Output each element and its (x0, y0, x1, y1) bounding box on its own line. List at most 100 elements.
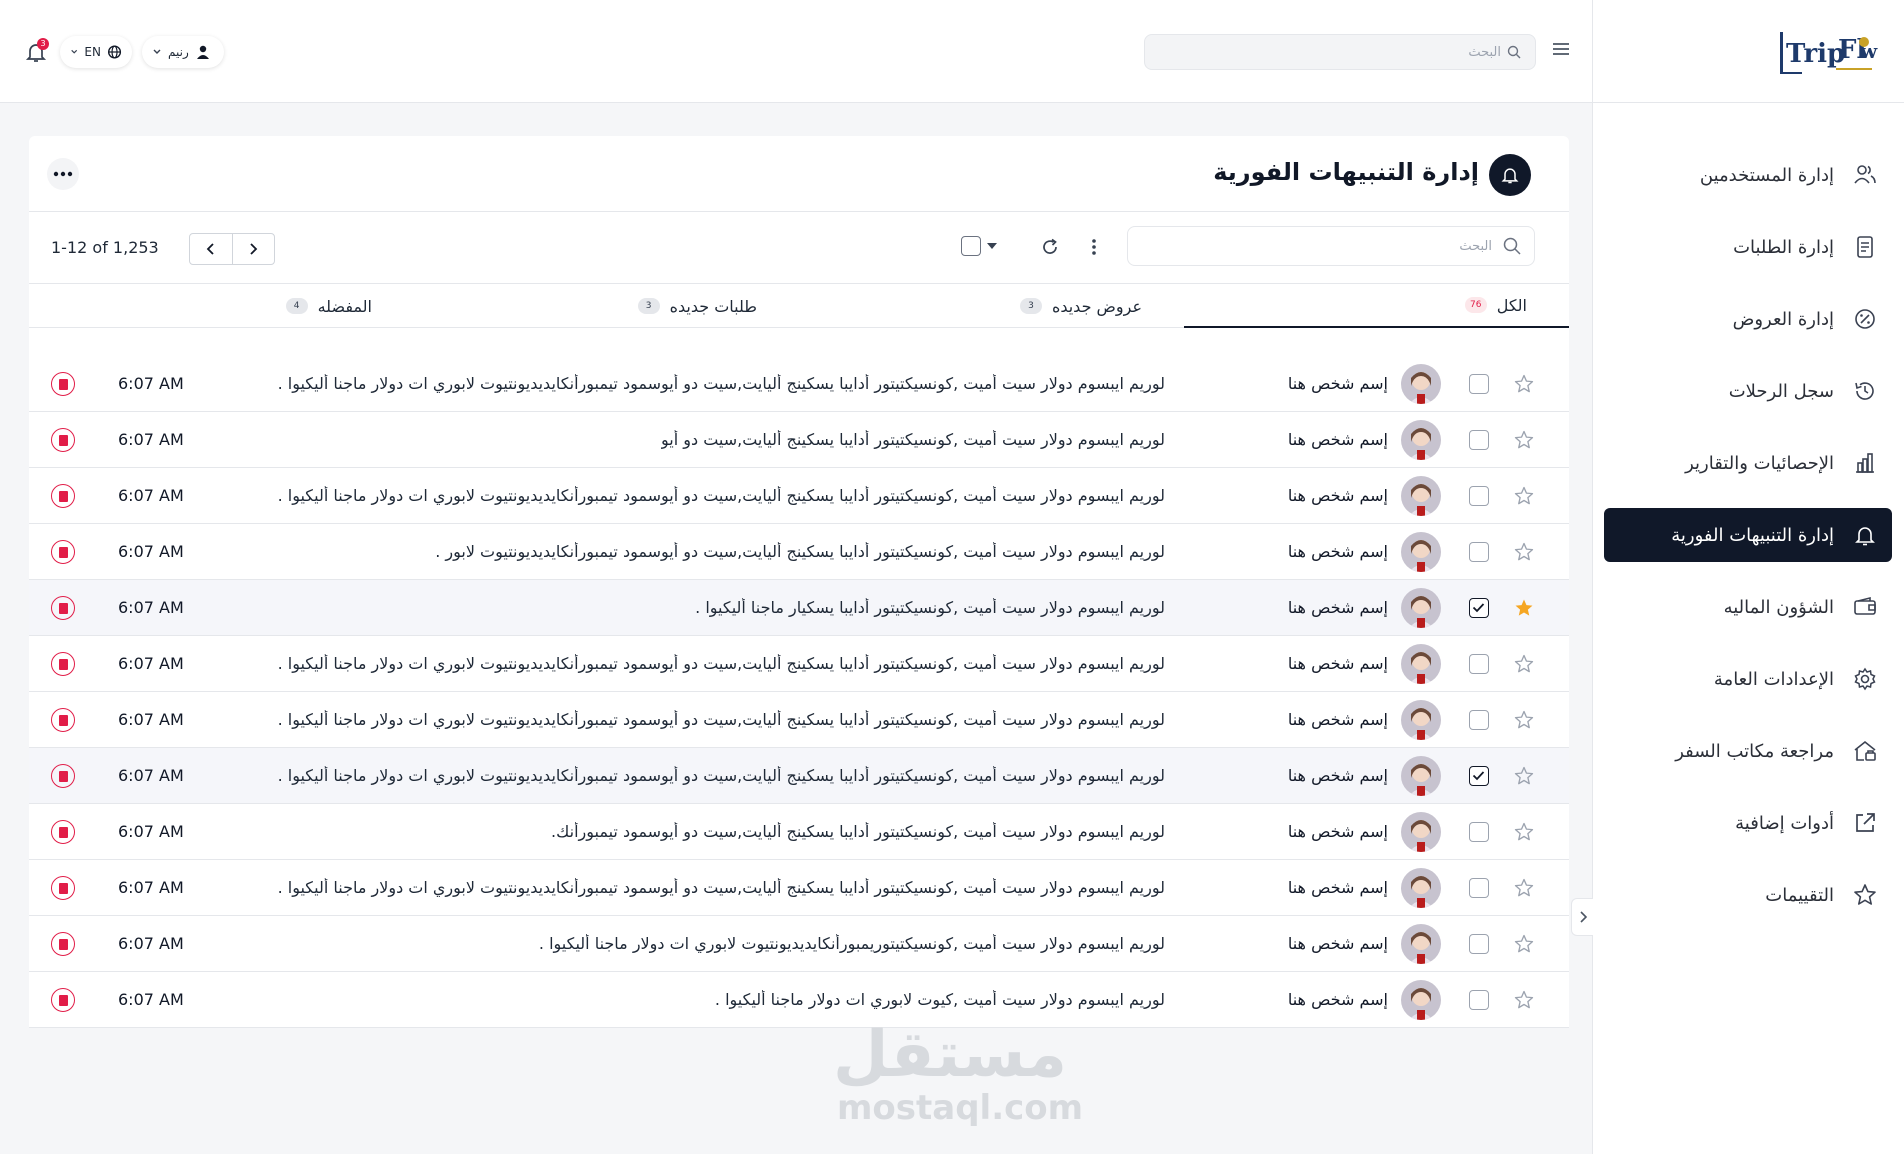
notification-row[interactable]: إسم شخص هنا لوريم ايبسوم دولار سيت أميت ,… (29, 748, 1569, 804)
delete-icon[interactable] (51, 596, 75, 620)
sender-name: إسم شخص هنا (1287, 374, 1388, 393)
notification-row[interactable]: إسم شخص هنا لوريم ايبسوم دولار سيت أميت ,… (29, 804, 1569, 860)
star-icon[interactable] (1513, 933, 1535, 955)
delete-icon[interactable] (51, 932, 75, 956)
star-icon[interactable] (1513, 485, 1535, 507)
row-checkbox[interactable] (1469, 486, 1489, 506)
message-preview: لوريم ايبسوم دولار سيت أميت ,كونسيكتيتور… (277, 878, 1165, 897)
star-icon[interactable] (1513, 989, 1535, 1011)
delete-icon[interactable] (51, 708, 75, 732)
star-icon[interactable] (1513, 709, 1535, 731)
tab-0[interactable]: الكل 76 (1184, 284, 1569, 328)
pagination-total: 1,253 (112, 238, 159, 257)
sidebar-item-label: إدارة المستخدمين (1699, 164, 1834, 186)
sender-name: إسم شخص هنا (1287, 990, 1388, 1009)
trip-flow-logo[interactable]: Trip Fl w (1780, 28, 1880, 80)
avatar (1401, 812, 1441, 852)
next-page-button[interactable] (231, 234, 275, 264)
star-icon[interactable] (1513, 429, 1535, 451)
svg-text:Trip: Trip (1786, 39, 1845, 69)
star-icon[interactable] (1513, 877, 1535, 899)
bar-chart-icon (1852, 450, 1878, 476)
select-all-dropdown[interactable] (961, 236, 997, 256)
caret-down-icon[interactable] (987, 243, 997, 249)
row-checkbox[interactable] (1469, 822, 1489, 842)
sender-name: إسم شخص هنا (1287, 430, 1388, 449)
menu-icon[interactable] (1550, 40, 1572, 58)
notification-row[interactable]: إسم شخص هنا لوريم ايبسوم دولار سيت أميت ,… (29, 916, 1569, 972)
avatar (1401, 420, 1441, 460)
sidebar-item-8[interactable]: مراجعة مكاتب السفر (1604, 724, 1892, 778)
delete-icon[interactable] (51, 428, 75, 452)
delete-icon[interactable] (51, 764, 75, 788)
notification-row[interactable]: إسم شخص هنا لوريم ايبسوم دولار سيت أميت ,… (29, 860, 1569, 916)
more-vertical-icon[interactable] (1083, 236, 1105, 258)
notification-row[interactable]: إسم شخص هنا لوريم ايبسوم دولار سيت أميت ,… (29, 412, 1569, 468)
more-options-button[interactable] (47, 158, 79, 190)
sidebar-item-7[interactable]: الإعدادات العامة (1604, 652, 1892, 706)
select-all-checkbox[interactable] (961, 236, 981, 256)
star-icon[interactable] (1513, 653, 1535, 675)
office-review-icon (1852, 738, 1878, 764)
tab-1[interactable]: عروض جديده 3 (799, 284, 1184, 328)
sidebar-item-3[interactable]: سجل الرحلات (1604, 364, 1892, 418)
sidebar-item-6[interactable]: الشؤون الماليه (1604, 580, 1892, 634)
row-checkbox[interactable] (1469, 990, 1489, 1010)
message-preview: لوريم ايبسوم دولار سيت أميت ,كونسيكتيتور… (435, 542, 1165, 561)
row-checkbox[interactable] (1469, 542, 1489, 562)
notification-row[interactable]: إسم شخص هنا لوريم ايبسوم دولار سيت أميت ,… (29, 356, 1569, 412)
notification-row[interactable]: إسم شخص هنا لوريم ايبسوم دولار سيت أميت ,… (29, 468, 1569, 524)
sidebar-item-label: الإحصائيات والتقارير (1685, 452, 1834, 474)
language-switcher[interactable]: EN (60, 36, 132, 68)
notification-row[interactable]: إسم شخص هنا لوريم ايبسوم دولار سيت أميت ,… (29, 580, 1569, 636)
tab-label: عروض جديده (1051, 296, 1142, 316)
row-checkbox[interactable] (1469, 878, 1489, 898)
notification-row[interactable]: إسم شخص هنا لوريم ايبسوم دولار سيت أميت ,… (29, 692, 1569, 748)
star-icon[interactable] (1513, 541, 1535, 563)
pagination-of: of (92, 238, 108, 257)
header-search[interactable]: البحث (1144, 34, 1536, 70)
avatar (1401, 588, 1441, 628)
refresh-icon[interactable] (1039, 236, 1061, 258)
sidebar-item-5[interactable]: إدارة التنبيهات الفورية (1604, 508, 1892, 562)
star-icon[interactable] (1513, 765, 1535, 787)
row-checkbox[interactable] (1469, 934, 1489, 954)
notifications-search-placeholder: البحث (1459, 238, 1492, 254)
row-checkbox[interactable] (1469, 374, 1489, 394)
avatar (1401, 756, 1441, 796)
tab-2[interactable]: طلبات جديده 3 (414, 284, 799, 328)
sidebar-collapse-toggle[interactable] (1571, 898, 1593, 936)
tab-label: طلبات جديده (669, 296, 757, 316)
tab-3[interactable]: المفضله 4 (29, 284, 414, 328)
star-icon[interactable] (1513, 373, 1535, 395)
delete-icon[interactable] (51, 820, 75, 844)
star-icon[interactable] (1513, 821, 1535, 843)
sidebar-item-9[interactable]: أدوات إضافية (1604, 796, 1892, 850)
row-checkbox[interactable] (1469, 710, 1489, 730)
notification-row[interactable]: إسم شخص هنا لوريم ايبسوم دولار سيت أميت ,… (29, 524, 1569, 580)
star-filled-icon[interactable] (1513, 597, 1535, 619)
delete-icon[interactable] (51, 484, 75, 508)
notification-row[interactable]: إسم شخص هنا لوريم ايبسوم دولار سيت أميت ,… (29, 972, 1569, 1028)
prev-page-button[interactable] (190, 234, 232, 264)
delete-icon[interactable] (51, 988, 75, 1012)
avatar (1401, 924, 1441, 964)
sidebar-item-2[interactable]: إدارة العروض (1604, 292, 1892, 346)
user-menu[interactable]: رنيم (142, 36, 224, 68)
row-checkbox[interactable] (1469, 598, 1489, 618)
row-checkbox[interactable] (1469, 430, 1489, 450)
row-checkbox[interactable] (1469, 766, 1489, 786)
chevron-right-icon (1579, 911, 1587, 923)
sidebar-item-10[interactable]: التقييمات (1604, 868, 1892, 922)
delete-icon[interactable] (51, 876, 75, 900)
notifications-search[interactable]: البحث (1127, 226, 1535, 266)
row-checkbox[interactable] (1469, 654, 1489, 674)
delete-icon[interactable] (51, 652, 75, 676)
sidebar-item-4[interactable]: الإحصائيات والتقارير (1604, 436, 1892, 490)
notification-row[interactable]: إسم شخص هنا لوريم ايبسوم دولار سيت أميت ,… (29, 636, 1569, 692)
sidebar-item-0[interactable]: إدارة المستخدمين (1604, 148, 1892, 202)
delete-icon[interactable] (51, 540, 75, 564)
sidebar-item-1[interactable]: إدارة الطلبات (1604, 220, 1892, 274)
delete-icon[interactable] (51, 372, 75, 396)
message-preview: لوريم ايبسوم دولار سيت أميت ,كونسيكتيتور… (538, 934, 1165, 953)
